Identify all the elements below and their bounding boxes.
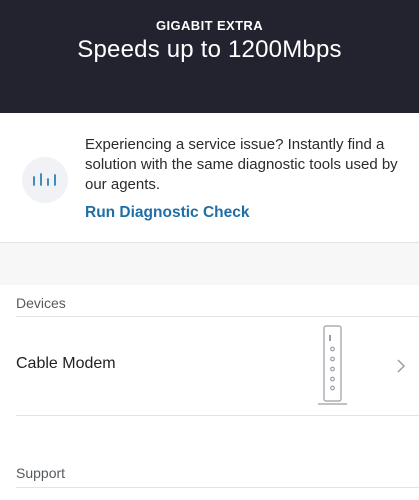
device-name: Cable Modem <box>16 355 116 372</box>
diagnostic-card: Experiencing a service issue? Instantly … <box>0 113 419 243</box>
section-spacer <box>0 243 419 285</box>
devices-section-label: Devices <box>16 295 66 311</box>
device-row-cable-modem[interactable]: Cable Modem <box>0 317 419 415</box>
devices-section: Devices Cable Modem Support <box>0 285 419 500</box>
diagnostic-message: Experiencing a service issue? Instantly … <box>85 136 398 193</box>
plan-speed: Speeds up to 1200Mbps <box>77 36 342 63</box>
plan-name: GIGABIT EXTRA <box>155 18 264 33</box>
divider <box>16 487 419 488</box>
signal-bars-icon <box>22 157 68 203</box>
cable-modem-icon <box>304 325 364 416</box>
chevron-right-icon <box>396 358 406 379</box>
plan-header: GIGABIT EXTRA Speeds up to 1200Mbps <box>0 0 419 113</box>
divider <box>16 415 419 416</box>
support-section-label: Support <box>16 465 66 481</box>
run-diagnostic-button[interactable]: Run Diagnostic Check <box>85 204 250 222</box>
